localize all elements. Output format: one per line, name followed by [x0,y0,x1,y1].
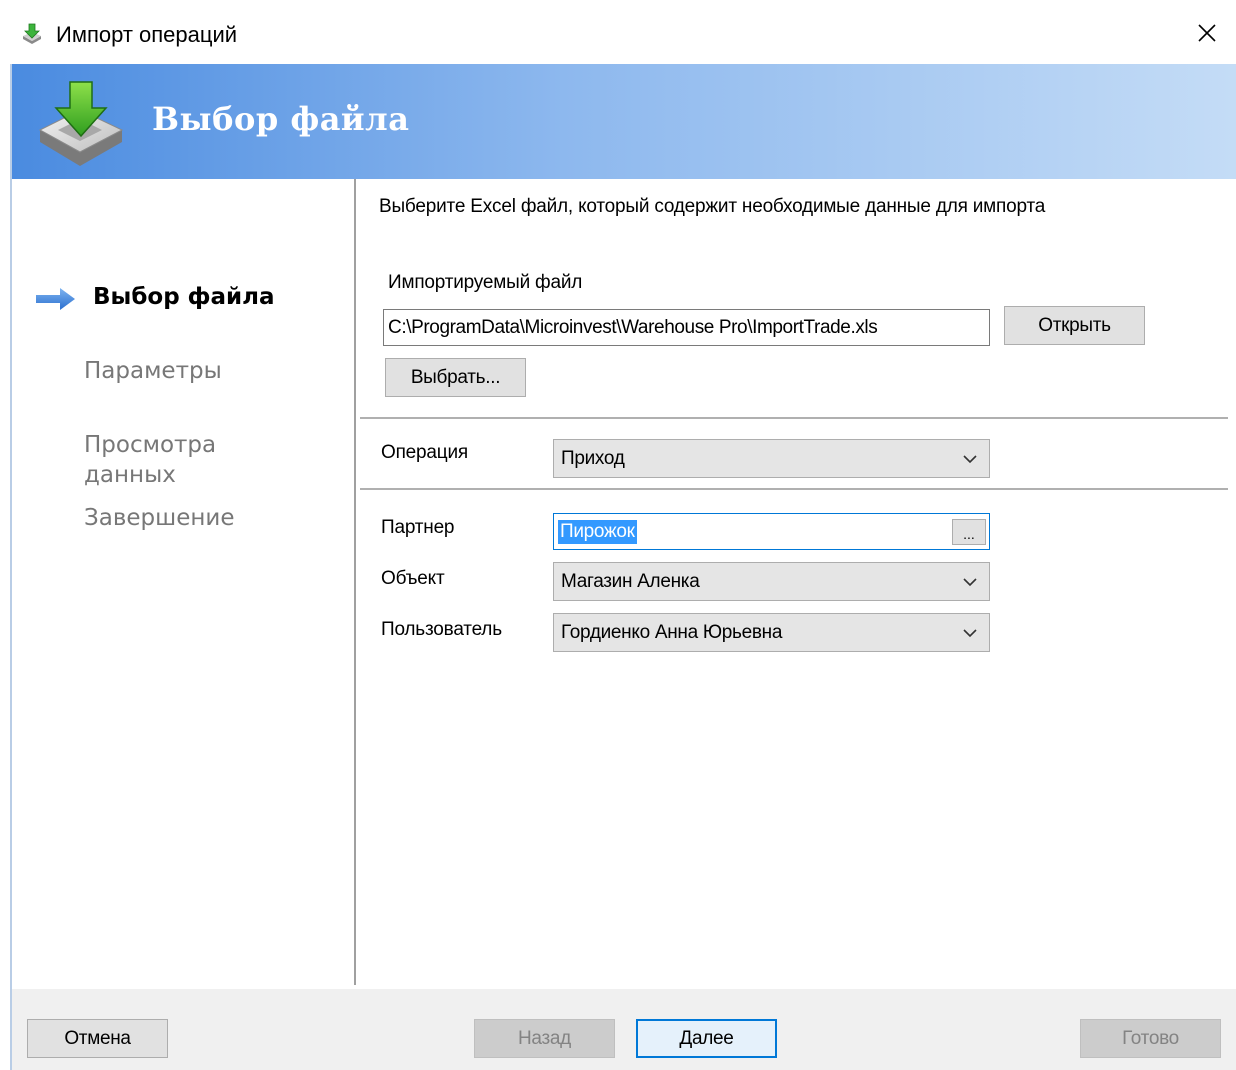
next-button[interactable]: Далее [636,1019,777,1058]
step-select-file: Выбор файла [93,284,275,310]
partner-input-value: Пирожок [558,520,637,544]
partner-label: Партнер [381,517,455,538]
current-step-arrow-icon [36,288,75,310]
chevron-down-icon [963,454,977,463]
chevron-down-icon [963,577,977,586]
title-bar: Импорт операций [0,0,1236,64]
user-select-value: Гордиенко Анна Юрьевна [561,621,783,643]
object-select-value: Магазин Аленка [561,570,700,592]
separator-operation [360,488,1228,490]
operation-select[interactable]: Приход [553,439,990,478]
import-dialog: Импорт операций Выбор файла Выбор файла … [0,0,1236,1070]
partner-browse-button[interactable]: ... [952,519,986,545]
open-button[interactable]: Открыть [1004,306,1145,345]
operation-select-value: Приход [561,447,625,469]
finish-button[interactable]: Готово [1080,1019,1221,1058]
cancel-button[interactable]: Отмена [27,1019,168,1058]
close-icon [1198,24,1216,42]
step-finish: Завершение [84,505,235,531]
separator-file [360,417,1228,419]
banner-title: Выбор файла [152,100,410,138]
file-path-input[interactable]: C:\ProgramData\Microinvest\Warehouse Pro… [383,309,990,346]
import-icon [23,23,41,44]
object-label: Объект [381,568,445,589]
step-data-preview: Просмотра данных [84,432,217,488]
operation-label: Операция [381,442,468,463]
user-label: Пользователь [381,619,502,640]
file-label: Импортируемый файл [388,272,583,293]
object-select[interactable]: Магазин Аленка [553,562,990,601]
wizard-header-banner: Выбор файла [12,64,1236,179]
chevron-down-icon [963,628,977,637]
import-tray-icon [38,81,124,166]
instructions-text: Выберите Excel файл, который содержит не… [379,196,1046,217]
window-title: Импорт операций [56,22,238,47]
browse-button[interactable]: Выбрать... [385,358,526,397]
wizard-footer [12,989,1236,1070]
partner-input[interactable]: Пирожок ... [553,513,990,550]
step-parameters: Параметры [84,358,222,384]
close-button[interactable] [1178,8,1236,58]
user-select[interactable]: Гордиенко Анна Юрьевна [553,613,990,652]
back-button[interactable]: Назад [474,1019,615,1058]
